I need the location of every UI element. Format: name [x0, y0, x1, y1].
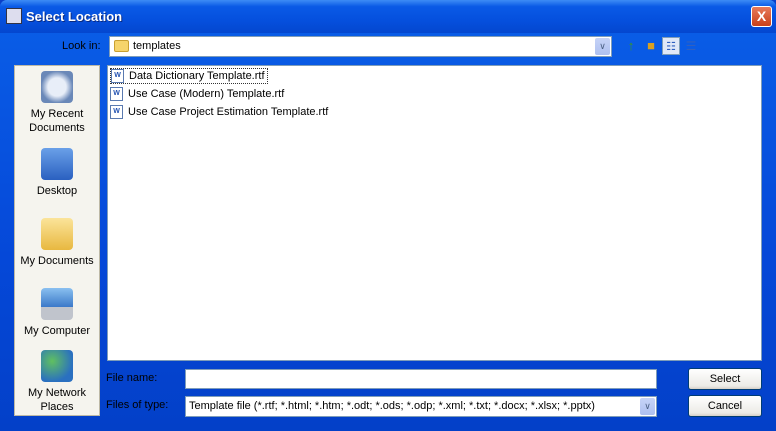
look-in-combo[interactable]: templates ∨	[109, 36, 612, 57]
sidebar-item-label: My Documents	[20, 255, 94, 267]
rtf-file-icon: W	[110, 105, 123, 119]
sidebar-item-computer[interactable]: My Computer	[15, 288, 99, 338]
chevron-down-icon[interactable]: ∨	[640, 398, 655, 415]
new-folder-icon[interactable]: ■	[642, 37, 660, 55]
chevron-down-icon[interactable]: ∨	[595, 38, 610, 55]
file-name: Use Case (Modern) Template.rtf	[128, 88, 285, 100]
files-of-type-value: Template file (*.rtf; *.html; *.htm; *.o…	[189, 400, 595, 412]
files-of-type-label: Files of type:	[106, 399, 169, 411]
file-name-input[interactable]	[185, 369, 657, 389]
folder-icon	[114, 40, 129, 52]
sidebar-item-label: My Network Places	[27, 387, 87, 413]
network-places-icon	[41, 350, 73, 382]
file-name: Use Case Project Estimation Template.rtf	[128, 106, 329, 118]
sidebar-item-recent[interactable]: My Recent Documents	[15, 71, 99, 135]
file-name: Data Dictionary Template.rtf	[129, 70, 265, 82]
sidebar-item-label: My Computer	[23, 325, 91, 337]
look-in-label: Look in:	[62, 40, 101, 52]
rtf-file-icon: W	[111, 69, 124, 83]
list-view-icon[interactable]: ☷	[662, 37, 680, 55]
rtf-file-icon: W	[110, 87, 123, 101]
window-title: Select Location	[26, 9, 123, 24]
file-list[interactable]: W Data Dictionary Template.rtf W Use Case …	[107, 65, 762, 361]
recent-documents-icon	[41, 71, 73, 103]
cancel-button[interactable]: Cancel	[688, 395, 762, 417]
app-icon	[6, 8, 22, 24]
files-of-type-combo[interactable]: Template file (*.rtf; *.html; *.htm; *.o…	[185, 396, 657, 417]
close-button[interactable]: X	[751, 6, 772, 27]
sidebar-item-desktop[interactable]: Desktop	[15, 148, 99, 198]
my-documents-icon	[41, 218, 73, 250]
my-computer-icon	[41, 288, 73, 320]
sidebar-item-label: My Recent Documents	[29, 108, 85, 134]
sidebar-item-network[interactable]: My Network Places	[15, 350, 99, 414]
details-view-icon[interactable]: ☰	[682, 37, 700, 55]
title-bar: Select Location X	[0, 0, 776, 33]
select-button[interactable]: Select	[688, 368, 762, 390]
look-in-value: templates	[133, 40, 181, 52]
up-folder-icon[interactable]: ↑	[622, 37, 640, 55]
desktop-icon	[41, 148, 73, 180]
list-item[interactable]: W Use Case Project Estimation Template.rt…	[110, 104, 328, 120]
sidebar-item-documents[interactable]: My Documents	[15, 218, 99, 268]
places-bar: My Recent Documents Desktop My Documents…	[14, 65, 100, 416]
file-name-label: File name:	[106, 372, 158, 384]
sidebar-item-label: Desktop	[36, 185, 78, 197]
list-item[interactable]: W Use Case (Modern) Template.rtf	[110, 86, 284, 102]
list-item[interactable]: W Data Dictionary Template.rtf	[110, 68, 268, 84]
